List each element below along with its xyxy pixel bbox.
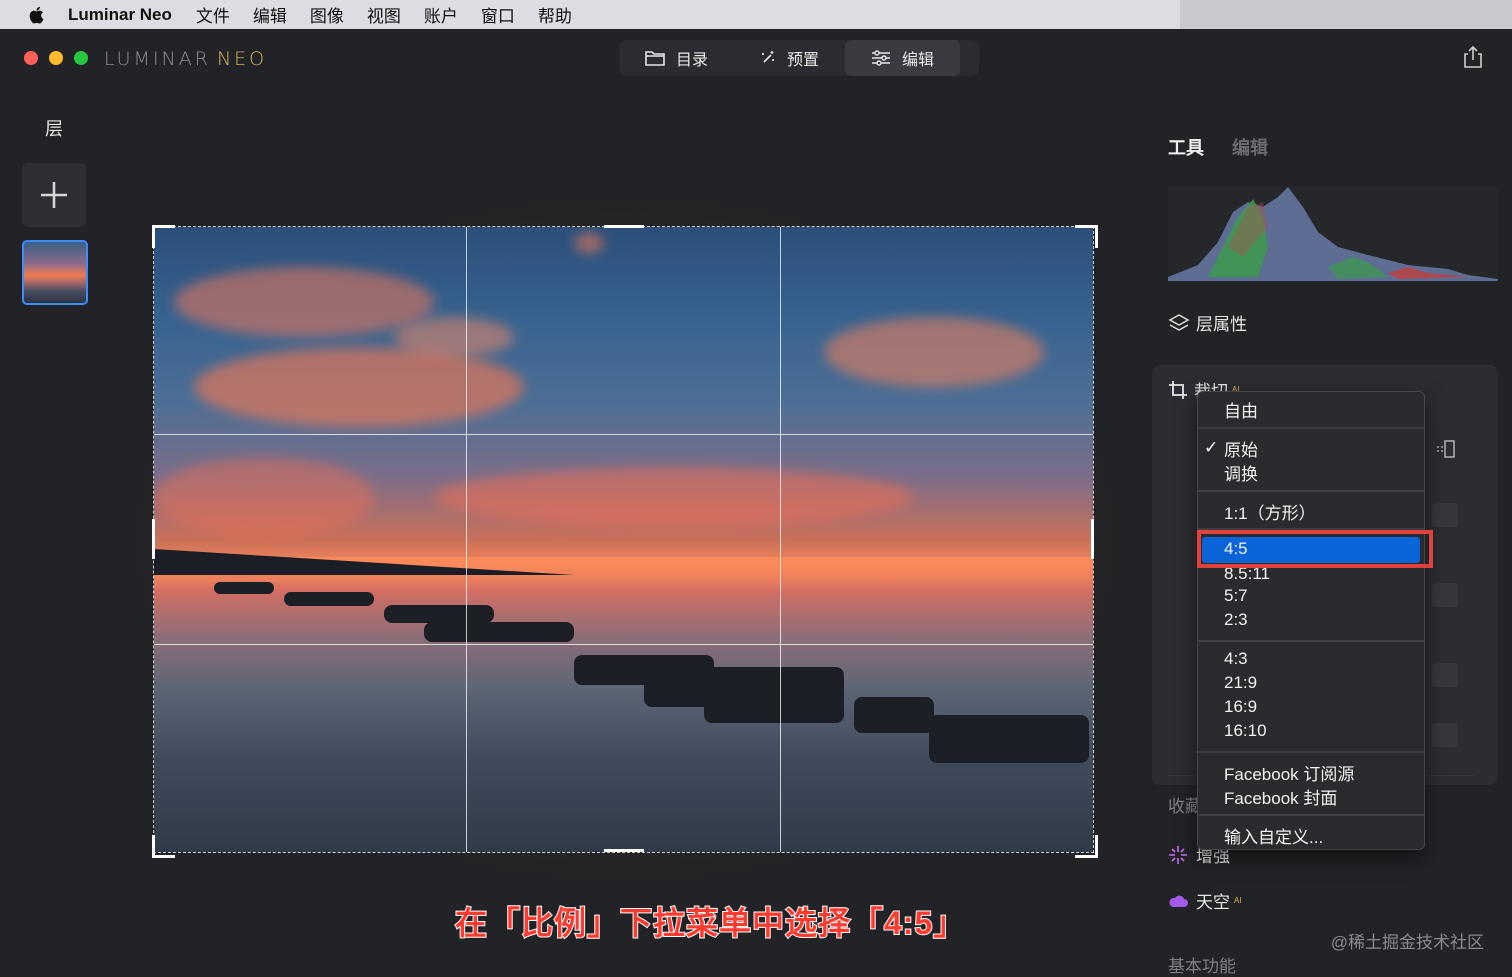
- apple-icon[interactable]: [26, 4, 48, 26]
- folder-icon: [645, 51, 665, 66]
- ratio-original[interactable]: 原始: [1224, 436, 1258, 461]
- layer-properties-label: 层属性: [1196, 315, 1247, 334]
- ratio-4-3[interactable]: 4:3: [1224, 649, 1248, 669]
- menu-separator: [1198, 427, 1424, 429]
- menu-separator: [1198, 490, 1424, 492]
- annotation-highlight-box: [1197, 530, 1433, 568]
- crop-handle-bottom-right[interactable]: [1075, 835, 1098, 858]
- menu-help[interactable]: 帮助: [538, 2, 572, 27]
- crop-handle-left[interactable]: [152, 519, 155, 559]
- aspect-ratio-dropdown: 自由 ✓ 原始 调换 1:1（方形） 4:5 8.5:11 5:7 2:3 4:…: [1197, 391, 1425, 850]
- crop-handle-bottom-left[interactable]: [152, 835, 175, 858]
- tab-edit[interactable]: 编辑: [845, 40, 961, 76]
- menu-file[interactable]: 文件: [196, 2, 230, 27]
- watermark: @稀土掘金技术社区: [1330, 933, 1484, 952]
- app-logo: LUMINAR NEO: [104, 48, 268, 70]
- ratio-facebook-feed[interactable]: Facebook 订阅源: [1224, 760, 1354, 785]
- tab-edit-label: 编辑: [902, 52, 935, 69]
- crop-handle-right[interactable]: [1091, 519, 1094, 559]
- menu-separator: [1198, 640, 1424, 642]
- ratio-2-3[interactable]: 2:3: [1224, 610, 1248, 630]
- app-name-menu[interactable]: Luminar Neo: [68, 5, 172, 25]
- flip-orientation-icon[interactable]: [1434, 437, 1458, 461]
- add-layer-button[interactable]: [22, 163, 86, 227]
- crop-handle-top-right[interactable]: [1075, 225, 1098, 248]
- layers-icon: [1168, 313, 1190, 331]
- ratio-free[interactable]: 自由: [1224, 397, 1258, 422]
- minimize-window-button[interactable]: [49, 51, 63, 65]
- sparkle-icon: [1169, 845, 1187, 864]
- crop-handle-top[interactable]: [604, 225, 644, 228]
- ratio-swap[interactable]: 调换: [1224, 460, 1258, 485]
- layer-thumbnail[interactable]: [22, 240, 88, 305]
- menu-view[interactable]: 视图: [367, 2, 401, 27]
- basic-section-title: 基本功能: [1168, 957, 1236, 976]
- tab-presets-label: 预置: [787, 52, 820, 69]
- close-window-button[interactable]: [24, 51, 38, 65]
- tab-presets[interactable]: 预置: [734, 40, 845, 76]
- cloud-icon: [1169, 895, 1188, 907]
- ratio-5-7[interactable]: 5:7: [1224, 586, 1248, 606]
- share-icon[interactable]: [1462, 45, 1484, 69]
- menu-separator: [1198, 814, 1424, 816]
- menubar-status-area: [1180, 0, 1512, 31]
- crop-handle-bottom[interactable]: [604, 849, 644, 852]
- ratio-custom[interactable]: 输入自定义...: [1224, 823, 1323, 848]
- plus-icon: [41, 182, 67, 208]
- ratio-16-9[interactable]: 16:9: [1224, 697, 1257, 717]
- ratio-facebook-cover[interactable]: Facebook 封面: [1224, 784, 1337, 809]
- zoom-window-button[interactable]: [74, 51, 88, 65]
- magic-wand-icon: [762, 51, 775, 63]
- menu-separator: [1198, 751, 1424, 753]
- top-navigation: 目录 预置 编辑: [619, 40, 979, 76]
- tutorial-caption: 在「比例」下拉菜单中选择「4:5」: [454, 904, 967, 942]
- sky-ai-badge: AI: [1234, 896, 1242, 905]
- crop-control[interactable]: [1432, 723, 1458, 747]
- crop-control[interactable]: [1432, 663, 1458, 687]
- sliders-icon: [872, 50, 891, 66]
- ratio-21-9[interactable]: 21:9: [1224, 673, 1257, 693]
- tab-catalog-label: 目录: [676, 52, 709, 69]
- layer-properties-row[interactable]: 层属性: [1168, 310, 1247, 335]
- tab-edits[interactable]: 编辑: [1232, 134, 1268, 160]
- menu-bar: Luminar Neo 文件 编辑 图像 视图 账户 窗口 帮助: [0, 0, 1512, 31]
- ratio-16-10[interactable]: 16:10: [1224, 721, 1267, 741]
- ratio-square[interactable]: 1:1（方形）: [1224, 499, 1316, 524]
- sky-label: 天空: [1196, 893, 1230, 912]
- histogram: [1168, 187, 1498, 281]
- menu-window[interactable]: 窗口: [481, 2, 515, 27]
- menu-image[interactable]: 图像: [310, 2, 344, 27]
- checkmark-icon: ✓: [1204, 438, 1219, 457]
- crop-icon: [1169, 380, 1187, 399]
- tab-tools[interactable]: 工具: [1168, 134, 1204, 160]
- layers-title: 层: [45, 119, 63, 139]
- tab-catalog[interactable]: 目录: [619, 40, 734, 76]
- crop-control[interactable]: [1432, 503, 1458, 527]
- menu-account[interactable]: 账户: [424, 2, 458, 27]
- crop-control[interactable]: [1432, 583, 1458, 607]
- menu-edit[interactable]: 编辑: [253, 2, 287, 27]
- crop-handle-top-left[interactable]: [152, 225, 175, 248]
- sky-tool[interactable]: 天空 AI: [1168, 888, 1242, 913]
- crop-frame[interactable]: [153, 226, 1094, 853]
